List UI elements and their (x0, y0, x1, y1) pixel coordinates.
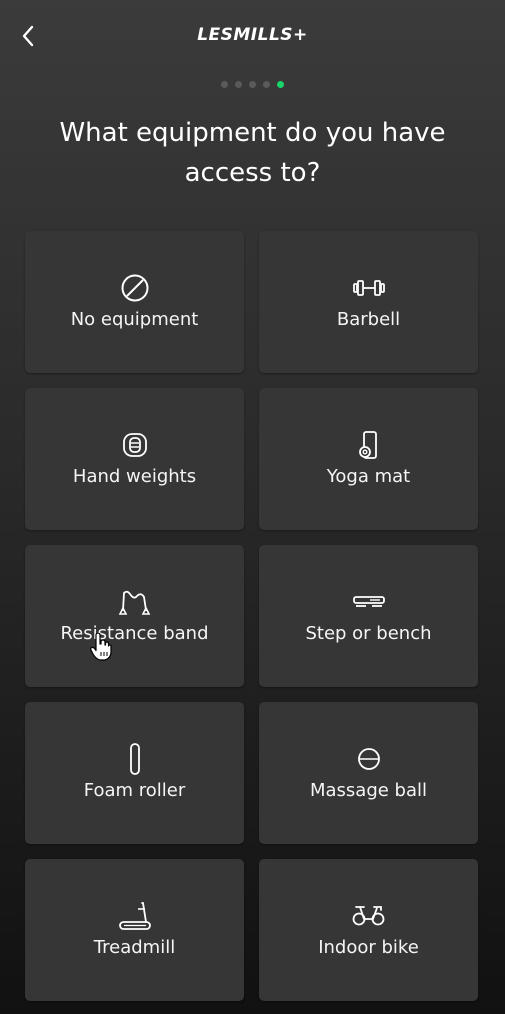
equipment-card-massage-ball[interactable]: Massage ball (259, 702, 478, 844)
equipment-label: Hand weights (72, 466, 197, 487)
equipment-card-indoor-bike[interactable]: Indoor bike (259, 859, 478, 1001)
equipment-grid: No equipment Barbell Hand weights Yoga m… (25, 231, 478, 1001)
progress-dot (249, 81, 256, 88)
equipment-card-barbell[interactable]: Barbell (259, 231, 478, 373)
yoga-mat-icon (352, 430, 386, 460)
equipment-card-foam-roller[interactable]: Foam roller (25, 702, 244, 844)
equipment-card-treadmill[interactable]: Treadmill (25, 859, 244, 1001)
equipment-label: Step or bench (305, 623, 432, 644)
progress-dots (0, 81, 505, 88)
step-bench-icon (352, 587, 386, 617)
no-equipment-icon (118, 273, 152, 303)
hand-weights-icon (118, 430, 152, 460)
barbell-icon (352, 273, 386, 303)
page-title-line2: access to? (184, 158, 321, 188)
equipment-label: Indoor bike (318, 937, 419, 958)
equipment-card-yoga-mat[interactable]: Yoga mat (259, 388, 478, 530)
progress-dot-active (277, 81, 284, 88)
foam-roller-icon (118, 743, 152, 775)
progress-dot (221, 81, 228, 88)
equipment-card-step-bench[interactable]: Step or bench (259, 545, 478, 687)
equipment-label: Massage ball (309, 780, 428, 801)
equipment-label: Foam roller (83, 780, 186, 801)
indoor-bike-icon (352, 901, 386, 931)
equipment-label: Resistance band (60, 623, 209, 644)
resistance-band-icon (118, 587, 152, 617)
equipment-label: Treadmill (93, 937, 176, 958)
equipment-label: Yoga mat (326, 466, 411, 487)
progress-dot (235, 81, 242, 88)
equipment-label: No equipment (70, 309, 199, 330)
top-bar: LESMILLS+ (0, 0, 505, 72)
page-title-line1: What equipment do you have (59, 118, 446, 148)
page-title: What equipment do you have access to? (0, 113, 505, 193)
equipment-card-no-equipment[interactable]: No equipment (25, 231, 244, 373)
equipment-label: Barbell (336, 309, 401, 330)
progress-dot (263, 81, 270, 88)
equipment-card-resistance-band[interactable]: Resistance band (25, 545, 244, 687)
massage-ball-icon (352, 744, 386, 774)
lesmills-logo: LESMILLS+ (197, 25, 308, 45)
equipment-card-hand-weights[interactable]: Hand weights (25, 388, 244, 530)
treadmill-icon (118, 901, 152, 931)
